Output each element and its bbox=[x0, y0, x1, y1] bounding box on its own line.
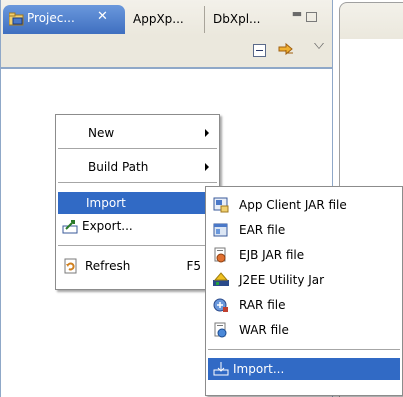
menu-separator bbox=[58, 182, 217, 183]
menu-item-import-label: Import bbox=[86, 196, 126, 210]
collapse-all-icon[interactable] bbox=[253, 44, 266, 57]
menu-item-refresh-accelerator: F5 bbox=[186, 259, 201, 273]
submenu-item-war-file-label: WAR file bbox=[239, 323, 289, 337]
view-menu-icon[interactable] bbox=[314, 43, 324, 49]
menu-item-build-path[interactable]: Build Path bbox=[58, 156, 217, 178]
menu-item-build-path-label: Build Path bbox=[88, 160, 149, 174]
close-icon[interactable]: ✕ bbox=[97, 9, 108, 24]
tab-project-explorer[interactable]: Projec... ✕ bbox=[3, 5, 125, 34]
menu-separator bbox=[208, 349, 400, 350]
j2ee-utility-jar-icon bbox=[213, 272, 229, 286]
submenu-item-j2ee-utility-jar-label: J2EE Utility Jar bbox=[239, 273, 325, 287]
import-wizard-icon bbox=[213, 362, 229, 376]
submenu-item-rar-file[interactable]: RAR file bbox=[208, 294, 400, 316]
import-submenu: App Client JAR file EAR file EJB JAR fil… bbox=[205, 186, 403, 396]
project-explorer-icon bbox=[9, 12, 24, 26]
menu-item-new-label: New bbox=[88, 126, 115, 140]
submenu-item-ejb-jar-label: EJB JAR file bbox=[239, 248, 305, 262]
ear-file-icon bbox=[213, 223, 228, 237]
app-client-jar-icon bbox=[213, 197, 229, 213]
submenu-item-j2ee-utility-jar[interactable]: J2EE Utility Jar bbox=[208, 269, 400, 291]
ejb-jar-icon bbox=[214, 247, 226, 263]
menu-separator bbox=[58, 148, 217, 149]
refresh-icon bbox=[64, 258, 77, 274]
rar-file-icon bbox=[213, 298, 228, 312]
submenu-arrow-icon bbox=[205, 163, 209, 171]
view-toolbar bbox=[1, 36, 332, 69]
tab-appxp[interactable]: AppXp... bbox=[127, 6, 205, 33]
submenu-item-import-wizard-label: Import... bbox=[233, 362, 285, 376]
submenu-item-rar-file-label: RAR file bbox=[239, 298, 286, 312]
menu-separator bbox=[58, 245, 217, 246]
menu-item-export-label: Export... bbox=[82, 219, 133, 233]
menu-item-export[interactable]: Export... bbox=[58, 215, 217, 237]
submenu-item-app-client-jar[interactable]: App Client JAR file bbox=[208, 194, 400, 216]
view-tab-bar: Projec... ✕ AppXp... DbXpl... ▬ bbox=[1, 0, 332, 36]
submenu-item-war-file[interactable]: WAR file bbox=[208, 319, 400, 341]
war-file-icon bbox=[214, 322, 227, 338]
submenu-item-import-wizard[interactable]: Import... bbox=[208, 358, 400, 380]
menu-item-refresh-label: Refresh bbox=[85, 259, 131, 273]
submenu-arrow-icon bbox=[205, 129, 209, 137]
link-with-editor-icon[interactable] bbox=[277, 41, 295, 59]
menu-item-refresh[interactable]: Refresh F5 bbox=[58, 255, 217, 277]
submenu-item-ejb-jar[interactable]: EJB JAR file bbox=[208, 244, 400, 266]
minimize-icon[interactable]: ▬ bbox=[290, 8, 304, 22]
submenu-item-ear-file-label: EAR file bbox=[239, 223, 286, 237]
tab-dbxpl[interactable]: DbXpl... bbox=[207, 6, 261, 33]
submenu-item-ear-file[interactable]: EAR file bbox=[208, 219, 400, 241]
tab-appxp-label: AppXp... bbox=[133, 12, 184, 26]
maximize-icon[interactable] bbox=[306, 12, 317, 22]
menu-item-import[interactable]: Import bbox=[58, 192, 217, 214]
tab-dbxpl-label: DbXpl... bbox=[213, 12, 261, 26]
submenu-item-app-client-jar-label: App Client JAR file bbox=[239, 198, 347, 212]
menu-item-new[interactable]: New bbox=[58, 122, 217, 144]
context-menu: New Build Path Import Export... Refresh … bbox=[55, 114, 220, 290]
tab-project-explorer-label: Projec... bbox=[27, 11, 75, 25]
export-icon bbox=[62, 220, 78, 234]
